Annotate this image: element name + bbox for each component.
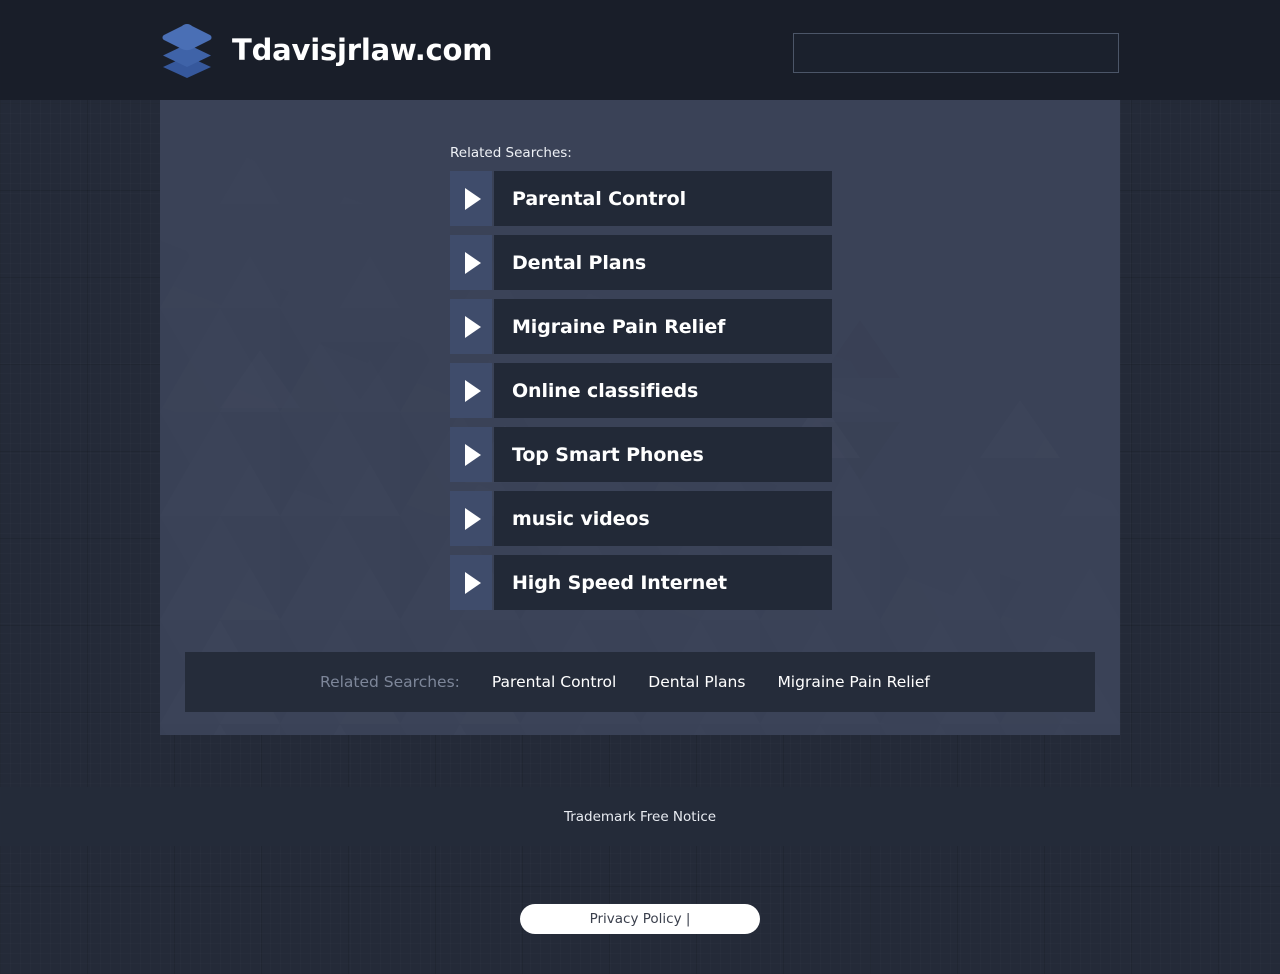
- play-triangle-icon[interactable]: [450, 427, 492, 482]
- list-item-label: High Speed Internet: [512, 571, 727, 594]
- list-item-body[interactable]: High Speed Internet: [494, 555, 832, 610]
- list-item[interactable]: Top Smart Phones: [450, 427, 832, 482]
- list-item[interactable]: Migraine Pain Relief: [450, 299, 832, 354]
- list-item[interactable]: High Speed Internet: [450, 555, 832, 610]
- privacy-policy-label: Privacy Policy |: [589, 911, 691, 927]
- list-item-body[interactable]: Parental Control: [494, 171, 832, 226]
- related-link[interactable]: Migraine Pain Relief: [777, 673, 929, 691]
- related-link[interactable]: Dental Plans: [648, 673, 745, 691]
- related-searches-bar: Related Searches: Parental Control Denta…: [185, 652, 1095, 712]
- list-item[interactable]: Parental Control: [450, 171, 832, 226]
- trademark-notice-band: Trademark Free Notice: [0, 787, 1280, 846]
- brand[interactable]: Tdavisjrlaw.com: [160, 22, 492, 78]
- list-item-body[interactable]: Dental Plans: [494, 235, 832, 290]
- search-input[interactable]: [793, 33, 1119, 73]
- related-searches-list: Parental Control Dental Plans Migraine P…: [450, 171, 832, 610]
- trademark-notice-text[interactable]: Trademark Free Notice: [564, 809, 716, 825]
- play-triangle-icon[interactable]: [450, 363, 492, 418]
- related-link[interactable]: Parental Control: [492, 673, 616, 691]
- site-title: Tdavisjrlaw.com: [232, 33, 493, 67]
- play-triangle-icon[interactable]: [450, 491, 492, 546]
- related-searches-bar-label: Related Searches:: [320, 673, 460, 691]
- play-triangle-icon[interactable]: [450, 555, 492, 610]
- related-searches-bar-links: Parental Control Dental Plans Migraine P…: [460, 673, 930, 691]
- list-item[interactable]: music videos: [450, 491, 832, 546]
- list-item-label: Migraine Pain Relief: [512, 315, 726, 338]
- play-triangle-icon[interactable]: [450, 171, 492, 226]
- stacked-layers-icon: [160, 22, 214, 78]
- play-triangle-icon[interactable]: [450, 235, 492, 290]
- list-item[interactable]: Online classifieds: [450, 363, 832, 418]
- related-searches-label: Related Searches:: [450, 145, 572, 161]
- list-item-label: Dental Plans: [512, 251, 647, 274]
- site-header: Tdavisjrlaw.com: [0, 0, 1280, 100]
- list-item-label: Online classifieds: [512, 379, 699, 402]
- list-item-label: music videos: [512, 507, 650, 530]
- main-panel: Related Searches: Parental Control Denta…: [160, 100, 1120, 735]
- list-item-body[interactable]: Top Smart Phones: [494, 427, 832, 482]
- play-triangle-icon[interactable]: [450, 299, 492, 354]
- list-item[interactable]: Dental Plans: [450, 235, 832, 290]
- list-item-label: Top Smart Phones: [512, 443, 704, 466]
- search-box[interactable]: [793, 33, 1119, 73]
- list-item-body[interactable]: Online classifieds: [494, 363, 832, 418]
- list-item-label: Parental Control: [512, 187, 686, 210]
- list-item-body[interactable]: Migraine Pain Relief: [494, 299, 832, 354]
- privacy-policy-button[interactable]: Privacy Policy |: [520, 904, 760, 934]
- list-item-body[interactable]: music videos: [494, 491, 832, 546]
